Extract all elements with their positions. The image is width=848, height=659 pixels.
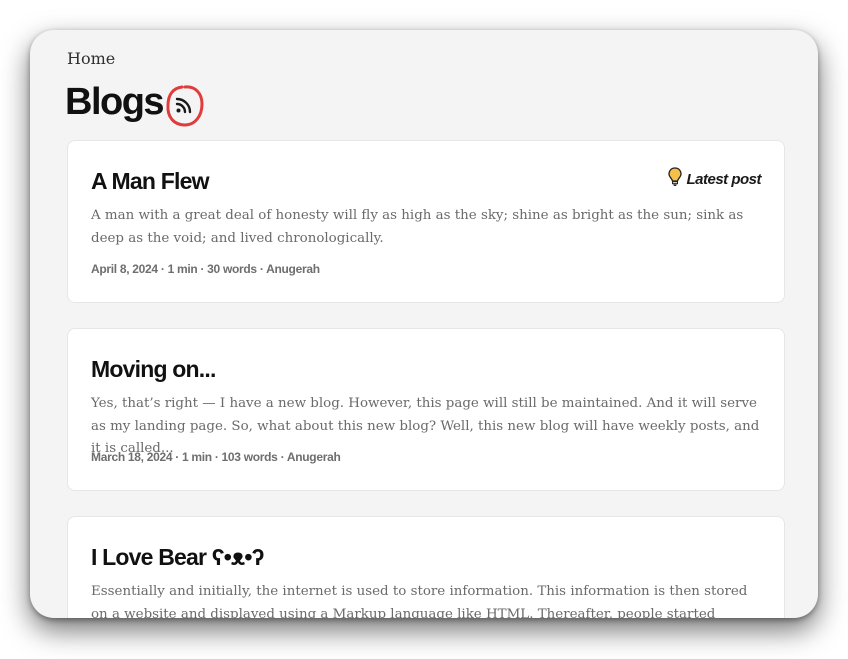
post-meta: March 18, 2024 · 1 min · 103 words · Anu… <box>91 450 341 464</box>
post-card-i-love-bear[interactable]: I Love Bear ʕ•ᴥ•ʔ Essentially and initia… <box>67 516 785 618</box>
latest-post-label: Latest post <box>686 171 761 188</box>
page-title: Blogs <box>65 81 165 123</box>
latest-post-badge: Latest post <box>668 167 761 192</box>
browser-page: Home Blogs A Man Flew Latest post A man … <box>30 30 818 618</box>
post-title[interactable]: A Man Flew <box>91 168 209 195</box>
post-card-a-man-flew[interactable]: A Man Flew Latest post A man with a grea… <box>67 140 785 303</box>
post-title[interactable]: I Love Bear ʕ•ᴥ•ʔ <box>91 544 264 571</box>
lightbulb-icon <box>668 167 683 192</box>
post-excerpt: A man with a great deal of honesty will … <box>91 208 744 246</box>
breadcrumb-home[interactable]: Home <box>67 49 115 68</box>
post-meta: April 8, 2024 · 1 min · 30 words · Anuge… <box>91 262 320 276</box>
post-excerpt: Essentially and initially, the internet … <box>91 584 748 618</box>
post-title[interactable]: Moving on... <box>91 356 216 383</box>
page-header: Blogs <box>65 77 204 127</box>
rss-feed-icon[interactable] <box>165 83 204 127</box>
post-card-moving-on[interactable]: Moving on... Yes, that’s right — I have … <box>67 328 785 491</box>
